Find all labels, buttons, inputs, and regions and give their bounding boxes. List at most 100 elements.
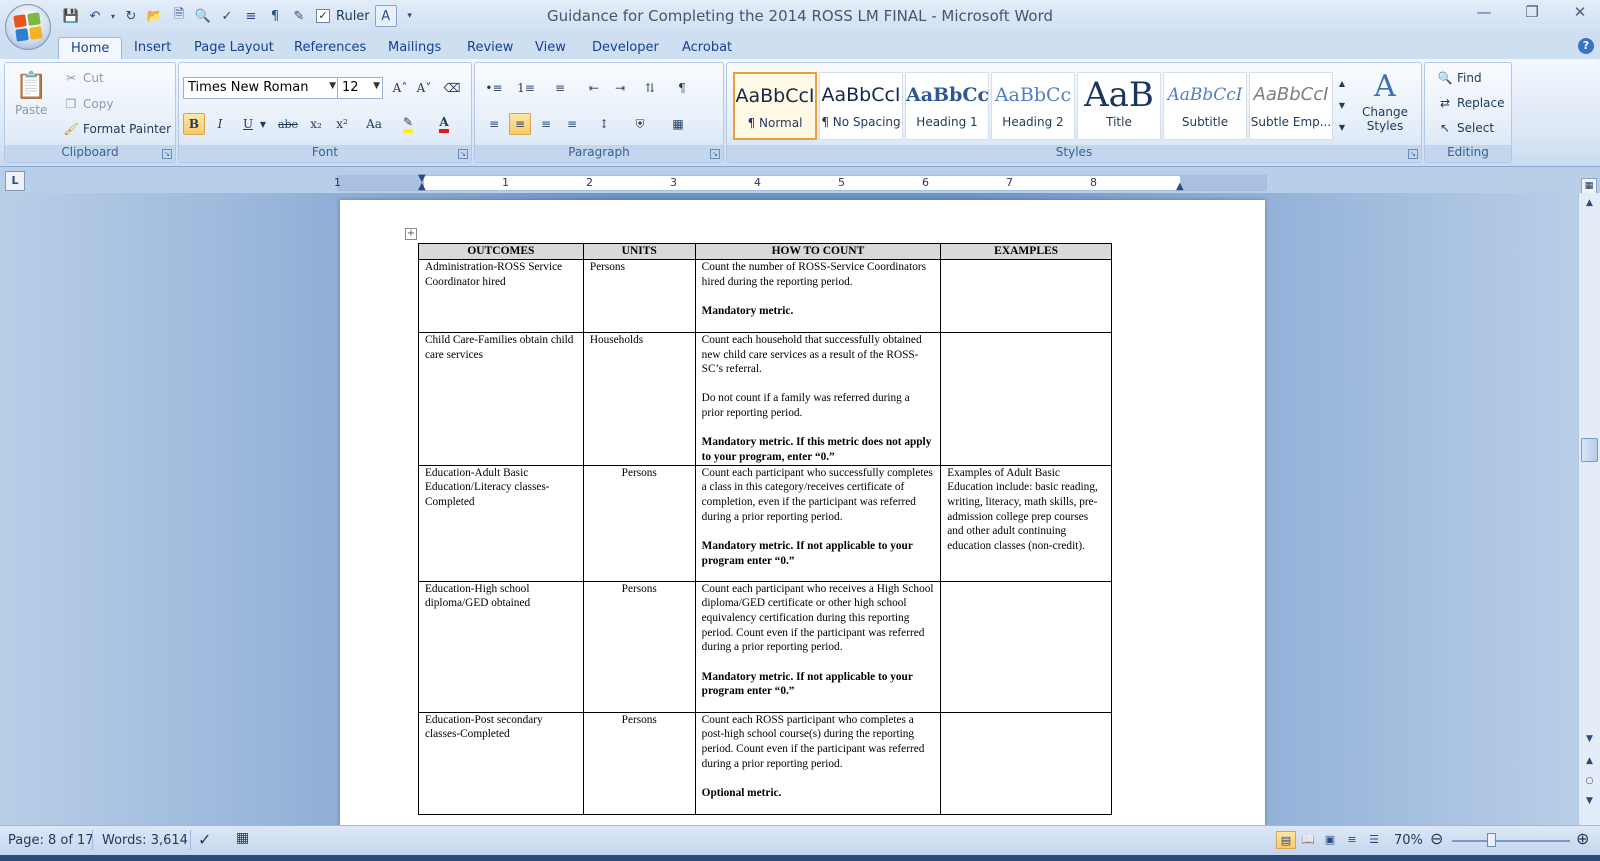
style-heading-1[interactable]: AaBbCc Heading 1 [905, 72, 989, 140]
draft-view-icon[interactable]: ☰ [1364, 831, 1384, 849]
strikethrough-button[interactable]: abe [277, 113, 299, 135]
full-screen-reading-icon[interactable]: 📖 [1298, 831, 1318, 849]
word-count-status[interactable]: Words: 3,614 [102, 833, 188, 848]
highlight-icon[interactable]: ✎ [288, 5, 310, 27]
align-left-icon[interactable]: ≡ [483, 113, 505, 135]
vertical-scrollbar[interactable]: ▲ ▼ ▲ ○ ▼ [1578, 193, 1600, 825]
tab-acrobat[interactable]: Acrobat [670, 37, 744, 58]
select-browse-object-icon[interactable]: ○ [1581, 773, 1598, 790]
examples-cell[interactable] [940, 331, 1112, 466]
how-to-count-cell[interactable]: Count the number of ROSS-Service Coordin… [694, 258, 942, 333]
copy-button[interactable]: ❐ Copy [63, 97, 114, 111]
tab-selector-icon[interactable]: L [5, 171, 25, 191]
font-family-combo[interactable]: Times New Roman ▼ [183, 77, 339, 99]
tab-insert[interactable]: Insert [122, 37, 183, 58]
tab-developer[interactable]: Developer [580, 37, 671, 58]
style-heading-2[interactable]: AaBbCc Heading 2 [991, 72, 1075, 140]
redo-icon[interactable]: ↻ [120, 5, 142, 27]
multilevel-list-icon[interactable]: ≡ [549, 77, 571, 99]
align-right-icon[interactable]: ≡ [535, 113, 557, 135]
outcome-cell[interactable]: Education-Post secondary classes-Complet… [418, 711, 584, 815]
units-cell[interactable]: Households [582, 331, 696, 466]
outline-view-icon[interactable]: ≡ [1342, 831, 1362, 849]
zoom-slider-thumb[interactable] [1487, 833, 1497, 847]
customize-qat-icon[interactable]: ▾ [399, 5, 421, 27]
sort-icon[interactable]: ⇅ [639, 77, 661, 99]
scrollbar-thumb[interactable] [1581, 438, 1598, 462]
decrease-indent-icon[interactable]: ⇤ [583, 77, 605, 99]
help-icon[interactable]: ? [1578, 38, 1594, 54]
scroll-up-icon[interactable]: ▲ [1581, 195, 1598, 212]
line-spacing-icon[interactable]: ↕ [593, 113, 615, 135]
borders-icon[interactable]: ▦ [667, 113, 689, 135]
outcome-cell[interactable]: Administration-ROSS Service Coordinator … [418, 258, 584, 333]
examples-cell[interactable] [940, 711, 1112, 815]
style-subtle-emphasis[interactable]: AaBbCcI Subtle Emp... [1249, 72, 1333, 140]
tab-page-layout[interactable]: Page Layout [182, 37, 286, 58]
pilcrow-icon[interactable]: ¶ [264, 5, 286, 27]
tab-mailings[interactable]: Mailings [376, 37, 453, 58]
right-indent-marker[interactable]: ▲ [1176, 181, 1184, 192]
office-button[interactable] [5, 4, 51, 50]
how-to-count-cell[interactable]: Count each participant who receives a Hi… [694, 580, 942, 713]
next-page-icon[interactable]: ▼ [1581, 793, 1598, 810]
shading-icon[interactable]: ⛨ [629, 113, 651, 135]
spelling-icon[interactable]: ✓ [216, 5, 238, 27]
highlight-color-icon[interactable]: ✎ [397, 113, 419, 135]
increase-indent-icon[interactable]: ⇥ [609, 77, 631, 99]
shrink-font-button[interactable]: A˅ [413, 77, 435, 99]
scroll-down-icon[interactable]: ▼ [1335, 94, 1349, 116]
dialog-launcher-icon[interactable]: ↘ [162, 149, 172, 159]
zoom-slider-track[interactable] [1452, 840, 1570, 842]
justify-icon[interactable]: ≡ [561, 113, 583, 135]
select-button[interactable]: ↖ Select [1437, 121, 1494, 135]
style-subtitle[interactable]: AaBbCcI Subtitle [1163, 72, 1247, 140]
chevron-down-icon[interactable]: ▼ [257, 113, 269, 135]
grow-font-button[interactable]: A˄ [389, 77, 411, 99]
scroll-up-icon[interactable]: ▲ [1335, 72, 1349, 94]
tab-references[interactable]: References [282, 37, 378, 58]
zoom-in-icon[interactable]: ⊕ [1576, 829, 1589, 848]
undo-icon[interactable]: ↶ [84, 5, 106, 27]
style-title[interactable]: AaB Title [1077, 72, 1161, 140]
units-cell[interactable]: Persons [582, 464, 696, 582]
units-cell[interactable]: Persons [582, 580, 696, 713]
replace-button[interactable]: ⇄ Replace [1437, 96, 1505, 110]
bold-button[interactable]: B [183, 113, 205, 135]
style-normal[interactable]: AaBbCcI ¶ Normal [733, 72, 817, 140]
italic-button[interactable]: I [209, 113, 231, 135]
save-icon[interactable]: 💾 [60, 5, 82, 27]
examples-cell[interactable]: Examples of Adult Basic Education includ… [940, 464, 1112, 582]
paragraph-list-icon[interactable]: ≡ [240, 5, 262, 27]
examples-cell[interactable] [940, 258, 1112, 333]
page-count-status[interactable]: Page: 8 of 17 [8, 833, 94, 848]
hanging-indent-marker[interactable]: ▲ [418, 181, 426, 192]
restore-icon[interactable]: ❐ [1520, 3, 1544, 21]
close-icon[interactable]: ✕ [1568, 3, 1592, 21]
outcome-cell[interactable]: Child Care-Families obtain child care se… [418, 331, 584, 466]
examples-cell[interactable] [940, 580, 1112, 713]
zoom-level[interactable]: 70% [1394, 833, 1423, 848]
find-button[interactable]: 🔍 Find [1437, 71, 1482, 85]
text-style-icon[interactable]: A [374, 5, 397, 27]
numbering-icon[interactable]: 1≡ [515, 77, 537, 99]
outcome-cell[interactable]: Education-High school diploma/GED obtain… [418, 580, 584, 713]
tab-review[interactable]: Review [455, 37, 525, 58]
show-hide-pilcrow-icon[interactable]: ¶ [671, 77, 693, 99]
ruler-checkbox[interactable]: ✓ [316, 9, 330, 23]
outcomes-table[interactable]: OUTCOMES UNITS HOW TO COUNT EXAMPLES Adm… [418, 243, 1112, 815]
outcome-cell[interactable]: Education-Adult Basic Education/Literacy… [418, 464, 584, 582]
paste-button[interactable]: 📋 Paste [15, 71, 47, 117]
align-center-icon[interactable]: ≡ [509, 113, 531, 135]
print-layout-view-icon[interactable]: ▤ [1276, 831, 1296, 849]
font-color-icon[interactable]: A [433, 113, 455, 135]
previous-page-icon[interactable]: ▲ [1581, 753, 1598, 770]
style-no-spacing[interactable]: AaBbCcI ¶ No Spacing [819, 72, 903, 140]
open-folder-icon[interactable]: 📂 [144, 5, 166, 27]
more-styles-icon[interactable]: ▼ [1335, 116, 1349, 138]
view-ruler-icon[interactable]: ▦ [1581, 178, 1597, 194]
change-case-button[interactable]: Aa [359, 113, 389, 135]
how-to-count-cell[interactable]: Count each household that successfully o… [694, 331, 942, 466]
bullets-icon[interactable]: •≡ [483, 77, 505, 99]
font-size-combo[interactable]: 12 ▼ [337, 77, 383, 99]
